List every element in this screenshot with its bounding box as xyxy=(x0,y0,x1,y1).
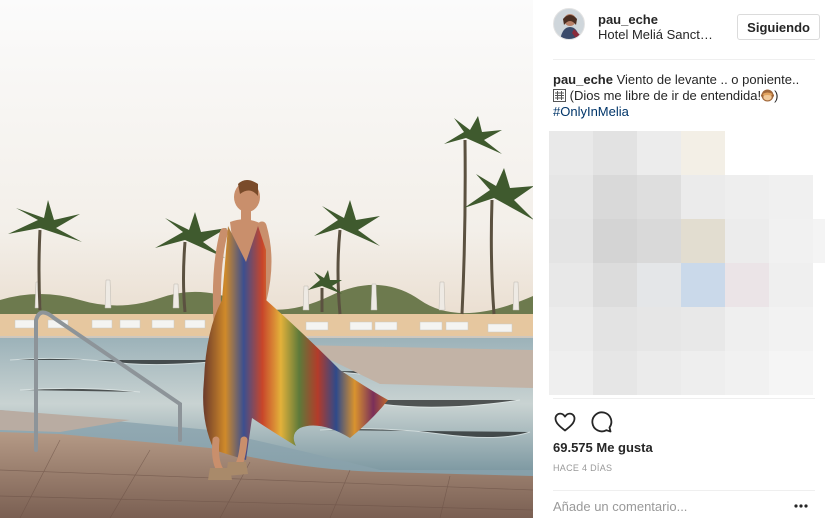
username-link[interactable]: pau_eche xyxy=(598,12,658,27)
location-link[interactable]: Hotel Meliá Sancti Petri xyxy=(598,27,713,42)
comment-input[interactable] xyxy=(553,499,773,514)
add-comment-row xyxy=(553,490,815,518)
avatar[interactable] xyxy=(553,8,585,40)
dash-emoji-icon xyxy=(553,89,566,102)
avatar-image xyxy=(554,9,584,39)
heart-icon[interactable] xyxy=(553,410,577,434)
hashtag-link[interactable]: #OnlyInMelia xyxy=(553,104,629,119)
following-button[interactable]: Siguiendo xyxy=(737,14,820,40)
post-timestamp[interactable]: HACE 4 DÍAS xyxy=(553,463,612,473)
post-photo[interactable] xyxy=(0,0,533,518)
post-caption: pau_eche Viento de levante .. o poniente… xyxy=(553,72,803,120)
caption-text-3: ) xyxy=(774,88,779,103)
likes-count[interactable]: 69.575 Me gusta xyxy=(553,440,653,455)
blurred-comments-area xyxy=(549,131,825,395)
caption-text-2: (Dios me libre de ir de entendida! xyxy=(569,88,762,103)
caption-text-1: Viento de levante .. o poniente.. xyxy=(616,72,800,87)
more-options-icon[interactable] xyxy=(793,500,809,512)
instagram-post: pau_eche Hotel Meliá Sancti Petri Siguie… xyxy=(0,0,825,518)
post-side-panel: pau_eche Hotel Meliá Sancti Petri Siguie… xyxy=(533,0,825,518)
post-header: pau_eche Hotel Meliá Sancti Petri Siguie… xyxy=(553,6,820,60)
photo-illustration xyxy=(0,0,533,518)
see-no-evil-monkey-icon xyxy=(761,89,775,102)
post-actions: 69.575 Me gusta HACE 4 DÍAS xyxy=(553,398,815,518)
caption-username[interactable]: pau_eche xyxy=(553,72,613,87)
comment-icon[interactable] xyxy=(589,410,613,434)
